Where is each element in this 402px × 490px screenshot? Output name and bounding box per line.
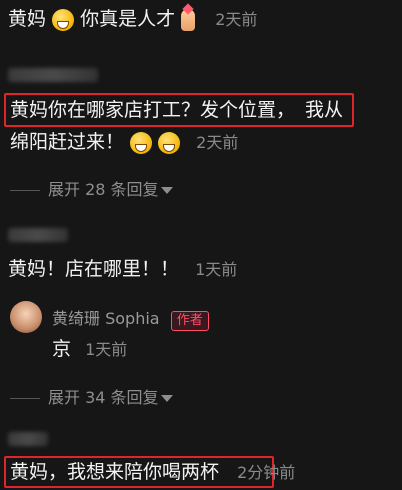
- laughing-emoji-icon: [52, 8, 75, 31]
- comment-5-text: 黄妈，我想来陪你喝两杯: [10, 461, 220, 483]
- blurred-username: [8, 432, 48, 446]
- comment-1-time: 2天前: [215, 10, 258, 29]
- author-name[interactable]: 黄绮珊 Sophia: [52, 309, 160, 328]
- divider-line: [10, 190, 40, 191]
- grin-emoji-icon: [158, 131, 181, 154]
- comment-1-text-b: 你真是人才: [80, 8, 176, 30]
- author-reply-text: 京: [52, 338, 72, 360]
- author-row: 黄绮珊 Sophia 作者: [52, 305, 209, 331]
- comment-3: 黄妈！店在哪里！！ 1天前: [8, 256, 237, 283]
- finger-heart-emoji-icon: [181, 8, 196, 31]
- comment-1-text-a: 黄妈: [8, 8, 47, 30]
- expand-replies-34[interactable]: 展开 34 条回复: [10, 384, 173, 408]
- comment-3-time: 1天前: [195, 260, 238, 279]
- grin-emoji-icon: [130, 131, 153, 154]
- expand-replies-28[interactable]: 展开 28 条回复: [10, 176, 173, 200]
- comment-1: 黄妈 你真是人才 2天前: [8, 6, 257, 33]
- comment-2-highlight-text: 黄妈你在哪家店打工？发个位置，: [10, 99, 296, 121]
- author-reply: 京 1天前: [52, 336, 127, 363]
- comment-3-text: 黄妈！店在哪里！！: [8, 258, 180, 280]
- caret-down-icon: [160, 187, 173, 194]
- blurred-username: [8, 68, 98, 82]
- comment-2-line1: 黄妈你在哪家店打工？发个位置， 我从: [10, 97, 343, 123]
- comment-2-time: 2天前: [196, 133, 239, 152]
- comment-5: 黄妈，我想来陪你喝两杯 2分钟前: [10, 459, 295, 486]
- expand-replies-label: 展开 34 条回复: [48, 388, 159, 407]
- author-avatar[interactable]: [10, 301, 42, 333]
- comment-5-time: 2分钟前: [237, 463, 296, 482]
- expand-replies-label: 展开 28 条回复: [48, 180, 159, 199]
- comment-2-text-line2: 绵阳赶过来！: [10, 131, 125, 153]
- divider-line: [10, 398, 40, 399]
- comment-2-rest-text: 我从: [305, 99, 344, 121]
- comment-2-line2: 绵阳赶过来！ 2天前: [10, 129, 238, 156]
- blurred-username: [8, 228, 68, 242]
- caret-down-icon: [160, 395, 173, 402]
- author-reply-time: 1天前: [85, 340, 128, 359]
- author-badge: 作者: [170, 311, 209, 331]
